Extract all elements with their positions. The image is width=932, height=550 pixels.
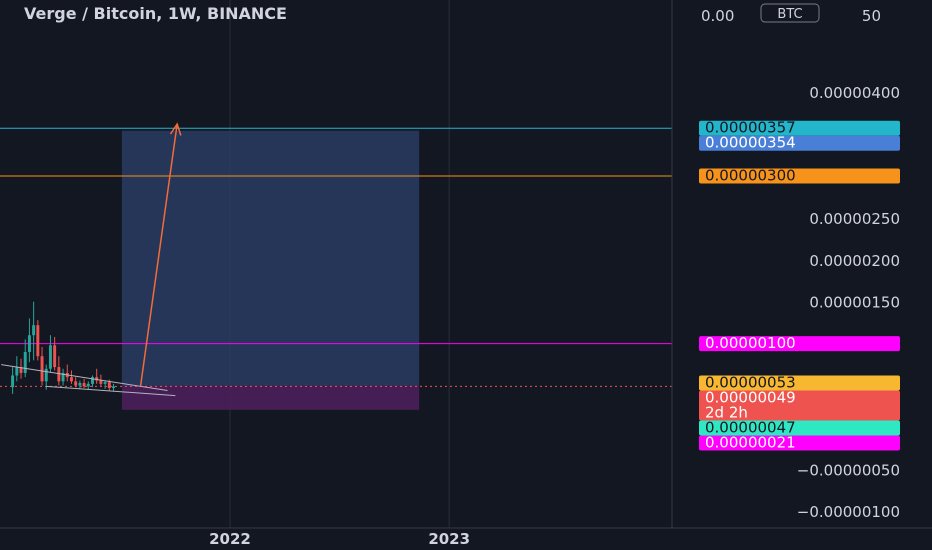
- price-label-value: 0.00000100: [705, 334, 796, 352]
- candle-body: [53, 345, 57, 368]
- candle-body: [23, 352, 27, 373]
- price-axis-tick-label: 0.00: [701, 7, 734, 25]
- time-axis-tick-label: 2023: [428, 530, 470, 548]
- candle-body: [48, 345, 52, 369]
- price-axis-tick-label: 0.00000400: [809, 84, 900, 102]
- candle-body: [36, 325, 40, 357]
- currency-badge[interactable]: BTC: [760, 3, 820, 23]
- candle-body: [82, 383, 86, 387]
- price-axis-tick-label: 0.00000150: [809, 294, 900, 312]
- price-label: 0.00000354: [699, 134, 900, 152]
- candle-body: [112, 386, 115, 389]
- candle-body: [69, 377, 73, 382]
- price-label: 0.00000300: [699, 167, 900, 185]
- time-axis-tick-label: 2022: [209, 530, 251, 548]
- candle-body: [32, 325, 36, 336]
- candle-body: [91, 377, 94, 384]
- candle-body: [74, 381, 78, 386]
- candle-body: [78, 383, 82, 386]
- price-label-value: 0.00000021: [705, 434, 796, 452]
- price-label: 0.00000021: [699, 434, 900, 452]
- candle-body: [107, 382, 111, 389]
- price-axis-tick-label: 0.00000250: [809, 210, 900, 228]
- price-axis-tick-label: −0.00000050: [797, 461, 900, 479]
- candle-body: [86, 383, 90, 387]
- candle-body: [11, 375, 15, 388]
- candle-body: [103, 382, 107, 384]
- candle-body: [27, 335, 31, 352]
- target-zone: [121, 130, 420, 386]
- chart-title: Verge / Bitcoin, 1W, BINANCE: [24, 4, 287, 23]
- price-label: 0.000000492d 2h: [699, 389, 900, 422]
- currency-badge-label: BTC: [777, 7, 802, 22]
- trade-zones: [121, 130, 420, 410]
- candle-body: [44, 368, 48, 382]
- price-label-value: 0.00000354: [705, 134, 796, 152]
- price-axis-tick-label: 50: [862, 7, 881, 25]
- stop-zone: [121, 385, 420, 410]
- price-label: 0.00000100: [699, 334, 900, 352]
- candle-body: [15, 367, 19, 376]
- candle-body: [99, 380, 103, 384]
- price-axis-tick-label: 0.00000200: [809, 252, 900, 270]
- price-axis-tick-label: −0.00000100: [797, 503, 900, 521]
- candle: [36, 320, 40, 361]
- price-label-value: 0.00000300: [705, 167, 796, 185]
- chart-canvas[interactable]: 0.00000400 0.00000250 0.00000200 0.00000150…: [0, 0, 932, 550]
- candle-body: [40, 356, 44, 382]
